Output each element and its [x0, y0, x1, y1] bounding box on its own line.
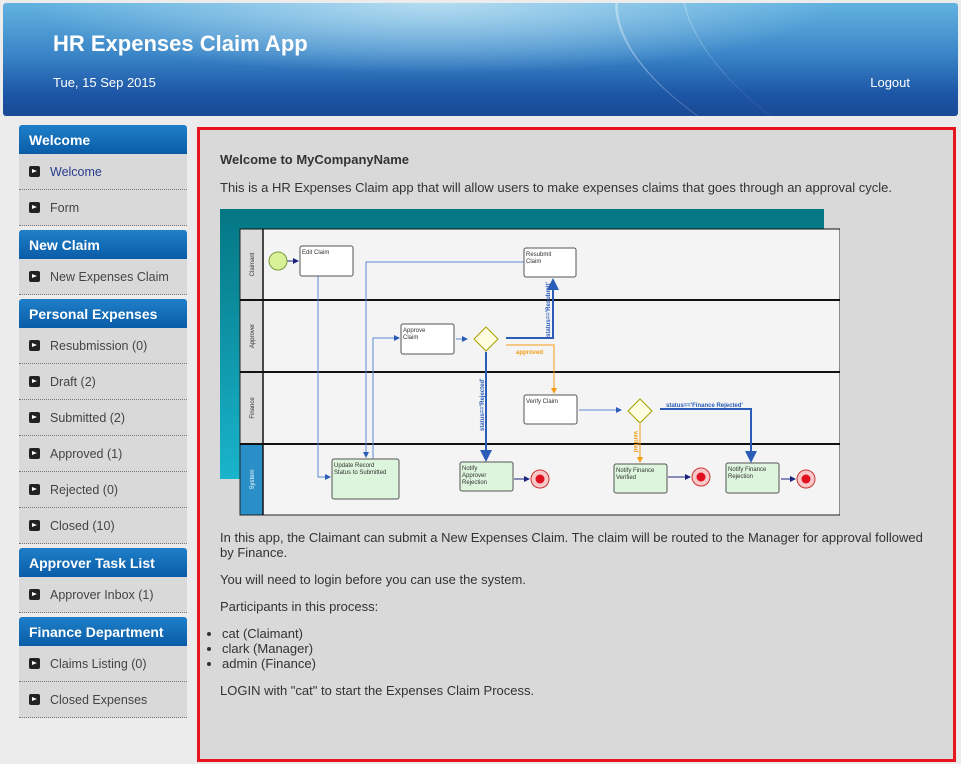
current-date: Tue, 15 Sep 2015 [53, 75, 156, 90]
arrow-right-icon [29, 376, 40, 387]
arrow-right-icon [29, 202, 40, 213]
task-label: Notify [462, 466, 477, 472]
sidebar-item[interactable]: Closed (10) [19, 508, 187, 544]
sidebar-section: Welcome Welcome Form [19, 125, 187, 226]
sidebar-item-label: Rejected (0) [50, 482, 119, 497]
start-event [268, 251, 288, 271]
arrow-right-icon [29, 340, 40, 351]
sidebar-item[interactable]: Rejected (0) [19, 472, 187, 508]
sidebar-item[interactable]: Closed Expenses [19, 682, 187, 718]
task-label: Status to Submitted [334, 470, 386, 476]
participant-item: admin (Finance) [222, 656, 933, 671]
task-label: Verify Claim [526, 399, 558, 405]
flow-label-rejected: status=='Rejected' [480, 378, 486, 431]
logout-link[interactable]: Logout [870, 75, 910, 90]
arrow-right-icon [29, 448, 40, 459]
sidebar-item[interactable]: New Expenses Claim [19, 259, 187, 295]
sidebar-item-label: Claims Listing (0) [50, 656, 147, 671]
lane-label: Approver [250, 324, 256, 348]
sidebar-section: Approver Task List Approver Inbox (1) [19, 548, 187, 613]
sidebar-item-label: Welcome [50, 164, 102, 179]
sidebar-item[interactable]: Resubmission (0) [19, 328, 187, 364]
flow-label-finance-rejected: status=='Finance Rejected' [666, 403, 743, 409]
task-label: Approver [462, 473, 486, 479]
process-diagram: Claimant Approver Finance System Edit Claim… [220, 209, 840, 516]
task-label: Notify Finance [728, 467, 767, 473]
sidebar-item-label: Form [50, 200, 80, 215]
arrow-right-icon [29, 694, 40, 705]
participants-list: cat (Claimant) clark (Manager) admin (Fi… [200, 626, 933, 671]
sidebar-section-title: Finance Department [19, 617, 187, 646]
flow-label-resubmit: status=='Resubmit' [546, 282, 552, 337]
sidebar-item-label: Submitted (2) [50, 410, 126, 425]
sidebar-item-label: New Expenses Claim [50, 269, 169, 284]
sidebar-item[interactable]: Welcome [19, 154, 187, 190]
task-label: Rejection [462, 480, 487, 486]
task-label: Rejection [728, 474, 753, 480]
arrow-right-icon [29, 589, 40, 600]
task-label: Verified [616, 475, 636, 481]
sidebar-item[interactable]: Submitted (2) [19, 400, 187, 436]
sidebar-section-title: Personal Expenses [19, 299, 187, 328]
task-update: Update RecordStatus to Submitted [331, 458, 400, 500]
sidebar-item[interactable]: Claims Listing (0) [19, 646, 187, 682]
task-nfr: Notify FinanceRejection [725, 462, 780, 494]
welcome-heading: Welcome to MyCompanyName [220, 152, 410, 167]
task-edit: Edit Claim [299, 245, 354, 277]
lane-label: Claimant [250, 252, 256, 276]
sidebar-item-label: Resubmission (0) [50, 338, 148, 353]
task-nar: NotifyApproverRejection [459, 461, 514, 492]
login-instruction: LOGIN with "cat" to start the Expenses C… [220, 683, 535, 698]
participant-item: cat (Claimant) [222, 626, 933, 641]
sidebar-section-title: Approver Task List [19, 548, 187, 577]
intro-text: This is a HR Expenses Claim app that wil… [220, 180, 892, 195]
app-header: HR Expenses Claim App Tue, 15 Sep 2015 L… [3, 3, 958, 116]
arrow-right-icon [29, 658, 40, 669]
flow-label-approved: approved [516, 350, 543, 356]
sidebar: Welcome Welcome Form New Claim New Expenses … [19, 125, 187, 722]
arrow-right-icon [29, 484, 40, 495]
task-label: Claim [403, 335, 418, 341]
arrow-right-icon [29, 166, 40, 177]
arrow-right-icon [29, 271, 40, 282]
task-resubmit: ResubmitClaim [523, 247, 577, 278]
task-verify: Verify Claim [523, 394, 578, 425]
task-approve: ApproveClaim [400, 323, 455, 355]
arrow-right-icon [29, 412, 40, 423]
sidebar-section: Personal Expenses Resubmission (0) Draft (… [19, 299, 187, 544]
sidebar-section-title: New Claim [19, 230, 187, 259]
main-content: Welcome to MyCompanyName This is a HR Ex… [197, 127, 956, 762]
participant-item: clark (Manager) [222, 641, 933, 656]
sidebar-item[interactable]: Approved (1) [19, 436, 187, 472]
lane-label: Finance [250, 397, 256, 419]
task-label: Approve [403, 328, 426, 334]
task-nfv: Notify FinanceVerified [613, 463, 668, 494]
participants-heading: Participants in this process: [220, 599, 379, 614]
sidebar-section: Finance Department Claims Listing (0) Clos… [19, 617, 187, 718]
sidebar-item-label: Draft (2) [50, 374, 96, 389]
login-note: You will need to login before you can us… [220, 572, 526, 587]
task-label: Update Record [334, 463, 374, 469]
arrow-right-icon [29, 520, 40, 531]
lane-label: System [250, 469, 256, 489]
flow-label-verified: verified [632, 431, 638, 453]
sidebar-item[interactable]: Draft (2) [19, 364, 187, 400]
sidebar-item[interactable]: Approver Inbox (1) [19, 577, 187, 613]
sidebar-section-title: Welcome [19, 125, 187, 154]
task-label: Notify Finance [616, 468, 655, 474]
task-label: Resubmit [526, 252, 552, 258]
sidebar-item[interactable]: Form [19, 190, 187, 226]
task-label: Edit Claim [302, 250, 329, 256]
task-label: Claim [526, 259, 541, 265]
sidebar-item-label: Closed (10) [50, 518, 115, 533]
sidebar-item-label: Approved (1) [50, 446, 123, 461]
app-title: HR Expenses Claim App [53, 31, 308, 56]
sidebar-item-label: Approver Inbox (1) [50, 587, 154, 602]
sidebar-section: New Claim New Expenses Claim [19, 230, 187, 295]
description-text: In this app, the Claimant can submit a N… [220, 530, 923, 560]
sidebar-item-label: Closed Expenses [50, 692, 148, 707]
